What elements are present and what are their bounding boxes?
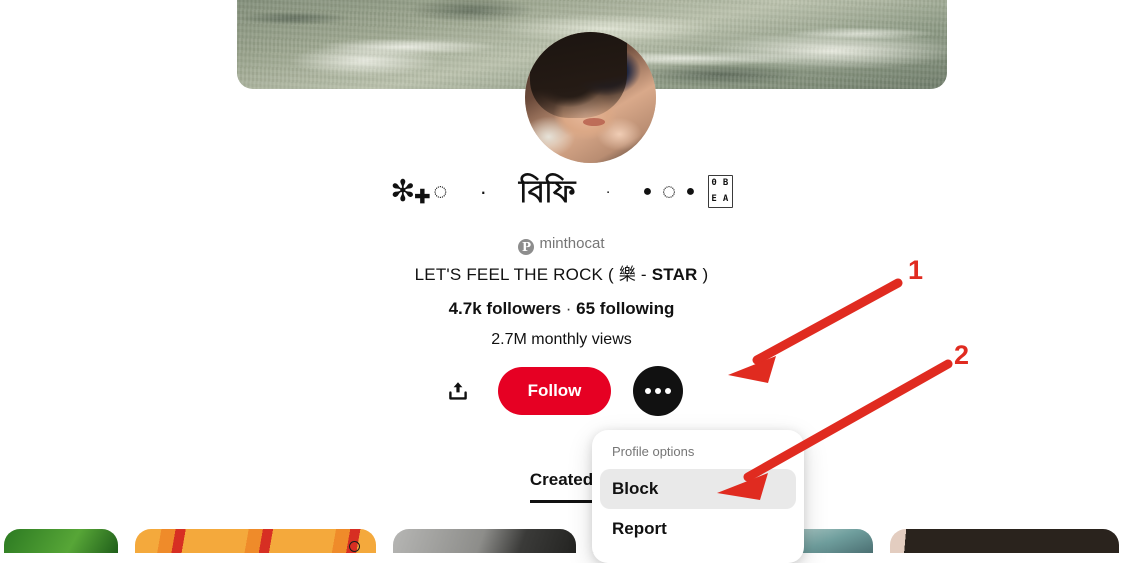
followers-count[interactable]: 4.7k followers (449, 299, 561, 318)
profile-options-dropdown: Profile options Block Report (592, 430, 804, 563)
pin-thumbnail-black[interactable] (890, 529, 1119, 553)
dotted-circle-icon: ◌ (661, 177, 678, 205)
dropdown-title: Profile options (612, 444, 695, 459)
pinterest-badge-icon: P (518, 239, 535, 255)
tofu-hex-1: B (722, 178, 730, 189)
username-row: Pminthocat (0, 233, 1123, 255)
plus-icon: ✚ (414, 186, 432, 208)
butterfly-glyph: বিফি (518, 173, 576, 209)
following-count[interactable]: 65 following (576, 299, 674, 318)
pin-thumbnail-orange[interactable] (135, 529, 376, 553)
stats-separator: · (565, 299, 572, 318)
username-label: minthocat (539, 235, 605, 252)
filled-circle-icon: ● (685, 182, 697, 200)
more-options-button[interactable] (633, 366, 684, 416)
filled-circle-icon: ● (642, 182, 654, 200)
bio-suffix: ) (697, 265, 709, 284)
dropdown-item-report[interactable]: Report (600, 509, 796, 549)
profile-bio: LET'S FEEL THE ROCK ( 樂 - STAR ) (0, 263, 1123, 287)
profile-display-name: ✻✚◌ · বিফি · ● ◌ ● 0 B E A (0, 168, 1123, 214)
heart-icon (348, 541, 360, 552)
tab-created[interactable]: Created (529, 470, 594, 503)
small-dot-separator: · (605, 182, 612, 200)
follow-button[interactable]: Follow (497, 367, 612, 415)
monthly-views: 2.7M monthly views (491, 331, 632, 348)
profile-stats: 4.7k followers · 65 following (0, 297, 1123, 321)
share-button[interactable] (440, 373, 476, 409)
middot-separator: · (479, 178, 488, 204)
more-dot (665, 388, 672, 394)
missing-glyph-box-icon: 0 B E A (707, 175, 733, 209)
pin-grid (0, 529, 1123, 553)
dotted-circle-icon: ◌ (433, 177, 449, 205)
dropdown-item-block[interactable]: Block (600, 469, 796, 509)
tofu-hex-2: E (711, 193, 718, 204)
more-dot (645, 388, 652, 394)
sparkle-icon: ✻ (390, 174, 417, 208)
bio-bold-word: STAR (651, 265, 698, 284)
share-upload-icon (448, 382, 467, 400)
avatar-hair-shape (530, 32, 628, 119)
profile-tabs: Created (0, 470, 1123, 503)
pin-thumbnail-green[interactable] (4, 529, 119, 553)
pin-thumbnail-grayscale[interactable] (392, 529, 576, 553)
tofu-hex-0: 0 (711, 178, 718, 189)
more-dot (655, 388, 662, 394)
avatar[interactable] (525, 32, 656, 163)
tofu-hex-3: A (722, 193, 730, 204)
bio-prefix: LET'S FEEL THE ROCK ( 樂 - (414, 265, 652, 284)
profile-actions: Follow (0, 366, 1123, 416)
